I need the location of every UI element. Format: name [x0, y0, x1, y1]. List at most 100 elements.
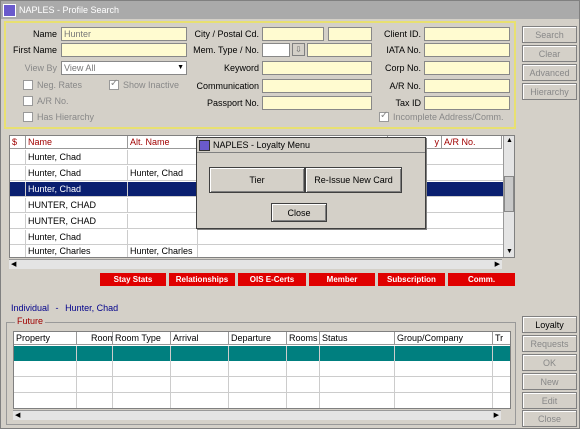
results-vertical-scrollbar[interactable]: ▲ ▼: [503, 136, 514, 257]
alt-name-cell: [128, 150, 198, 165]
col-name[interactable]: Name: [26, 136, 128, 149]
clear-button[interactable]: Clear: [522, 45, 577, 62]
advanced-button[interactable]: Advanced: [522, 64, 577, 81]
city-input[interactable]: [262, 27, 324, 41]
iata-input[interactable]: [424, 43, 510, 57]
grid-line: [112, 346, 113, 408]
stay-stats-button[interactable]: Stay Stats: [100, 273, 166, 286]
subscription-button[interactable]: Subscription: [378, 273, 445, 286]
ois-ecerts-button[interactable]: OIS E-Certs: [238, 273, 306, 286]
dialog-close-button[interactable]: Close: [271, 203, 327, 222]
mem-type-label: Mem. Type / No.: [193, 45, 259, 55]
title-bar: NAPLES - Profile Search: [1, 1, 579, 19]
edit-button[interactable]: Edit: [522, 392, 577, 409]
scroll-thumb[interactable]: [504, 176, 514, 212]
hierarchy-button[interactable]: Hierarchy: [522, 83, 577, 100]
member-button[interactable]: Member: [309, 273, 375, 286]
col-alt-name[interactable]: Alt. Name: [128, 136, 198, 149]
col-status[interactable]: Status: [320, 332, 395, 345]
show-inactive-checkbox[interactable]: Show Inactive: [109, 78, 179, 90]
alt-name-cell: [128, 214, 198, 229]
iata-label: IATA No.: [386, 45, 421, 55]
future-row[interactable]: [14, 378, 510, 393]
col-tr[interactable]: Tr: [493, 332, 510, 345]
col-dollar[interactable]: $: [10, 136, 26, 149]
neg-rates-label: Neg. Rates: [37, 80, 83, 90]
relationships-button[interactable]: Relationships: [169, 273, 235, 286]
name-input[interactable]: Hunter: [61, 27, 187, 41]
scroll-right-icon[interactable]: ▶: [495, 260, 500, 268]
col-room[interactable]: Room: [77, 332, 115, 345]
requests-button[interactable]: Requests: [522, 335, 577, 352]
client-id-label: Client ID.: [383, 29, 421, 39]
passport-input[interactable]: [262, 96, 372, 110]
scroll-left-icon[interactable]: ◀: [15, 411, 20, 419]
future-horizontal-scrollbar[interactable]: ◀ ▶: [13, 410, 501, 420]
first-name-input[interactable]: [61, 43, 187, 57]
view-by-select[interactable]: View All ▼: [61, 61, 187, 75]
scroll-down-icon[interactable]: ▼: [506, 248, 513, 255]
grid-line: [170, 346, 171, 408]
app-icon: [3, 3, 16, 17]
col-arrival[interactable]: Arrival: [171, 332, 229, 345]
view-by-value: View All: [64, 63, 96, 73]
incomplete-address-checkbox[interactable]: Incomplete Address/Comm.: [379, 110, 504, 122]
passport-label: Passport No.: [206, 98, 259, 108]
tax-id-input[interactable]: [424, 96, 510, 110]
col-departure[interactable]: Departure: [229, 332, 287, 345]
loyalty-menu-dialog: NAPLES - Loyalty Menu Tier Re-Issue New …: [196, 137, 426, 229]
has-hierarchy-label: Has Hierarchy: [37, 112, 95, 122]
reissue-card-button[interactable]: Re-Issue New Card: [305, 167, 402, 193]
grid-line: [286, 346, 287, 408]
mem-type-input[interactable]: [262, 43, 290, 57]
has-hierarchy-checkbox[interactable]: Has Hierarchy: [23, 112, 94, 122]
ar-no-input[interactable]: [424, 79, 510, 93]
col-group-company[interactable]: Group/Company: [395, 332, 493, 345]
col-rooms[interactable]: Rooms: [287, 332, 320, 345]
name-cell: Hunter, Chad: [26, 166, 128, 181]
grid-line: [319, 346, 320, 408]
future-grid: Property Room Room Type Arrival Departur…: [13, 331, 511, 409]
profile-search-window: NAPLES - Profile Search Name Hunter Firs…: [0, 0, 580, 429]
ar-no-label: A/R No.: [389, 81, 421, 91]
scroll-right-icon[interactable]: ▶: [494, 411, 499, 419]
search-button[interactable]: Search: [522, 26, 577, 43]
future-row[interactable]: [14, 394, 510, 408]
ok-button[interactable]: OK: [522, 354, 577, 371]
grid-line: [228, 346, 229, 408]
ar-no-checkbox[interactable]: A/R No.: [23, 96, 69, 106]
tier-button[interactable]: Tier: [209, 167, 305, 193]
client-id-input[interactable]: [424, 27, 510, 41]
col-ar-no[interactable]: A/R No.: [442, 136, 502, 149]
col-property[interactable]: Property: [14, 332, 77, 345]
keyword-input[interactable]: [262, 61, 372, 75]
name-cell: HUNTER, CHAD: [26, 198, 128, 213]
future-row[interactable]: [14, 362, 510, 377]
alt-name-cell: [128, 182, 198, 197]
lookup-down-icon[interactable]: ⇩: [292, 43, 305, 56]
name-cell: Hunter, Chad: [26, 150, 128, 165]
table-row[interactable]: Hunter, Chad: [10, 230, 514, 245]
first-name-label: First Name: [12, 45, 57, 55]
name-label: Name: [32, 29, 57, 39]
app-icon: [199, 139, 210, 151]
alt-name-cell: Hunter, Chad: [128, 166, 198, 181]
comm-button[interactable]: Comm.: [448, 273, 515, 286]
neg-rates-checkbox[interactable]: Neg. Rates: [23, 80, 82, 90]
new-button[interactable]: New: [522, 373, 577, 390]
scroll-left-icon[interactable]: ◀: [11, 260, 16, 268]
future-row-selected[interactable]: [14, 346, 510, 361]
dollar-cell: [10, 182, 26, 197]
col-room-type[interactable]: Room Type: [113, 332, 171, 345]
scroll-up-icon[interactable]: ▲: [506, 137, 513, 144]
results-horizontal-scrollbar[interactable]: ◀ ▶: [9, 259, 502, 269]
corp-input[interactable]: [424, 61, 510, 75]
close-button[interactable]: Close: [522, 410, 577, 427]
table-row[interactable]: Hunter, Charles Hunter, Charles: [10, 244, 514, 257]
mem-no-input[interactable]: [307, 43, 372, 57]
communication-input[interactable]: [262, 79, 372, 93]
ar-no-checkbox-label: A/R No.: [37, 96, 69, 106]
postal-code-input[interactable]: [328, 27, 372, 41]
loyalty-button[interactable]: Loyalty: [522, 316, 577, 333]
dialog-title: NAPLES - Loyalty Menu: [213, 140, 311, 150]
